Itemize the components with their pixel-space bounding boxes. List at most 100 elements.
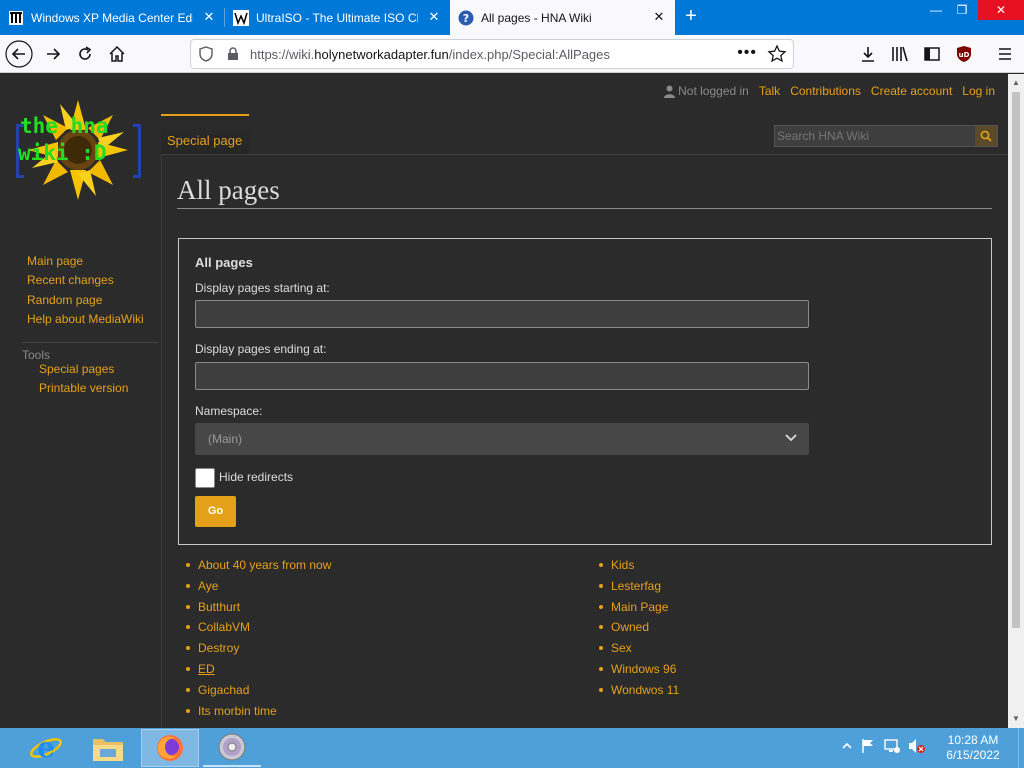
scroll-down-icon[interactable]: ▼ <box>1012 715 1020 723</box>
talk-link[interactable]: Talk <box>759 84 780 98</box>
tab-special-page[interactable]: Special page <box>161 114 249 154</box>
namespace-select[interactable]: (Main) <box>195 423 809 455</box>
ublock-extension-button[interactable]: uD <box>950 40 978 68</box>
list-item[interactable]: Windows 96 <box>591 662 679 683</box>
close-icon[interactable]: ✕ <box>201 9 217 25</box>
list-item[interactable]: Gigachad <box>178 683 331 704</box>
menu-button[interactable] <box>991 40 1019 68</box>
browser-toolbar: https://wiki.holynetworkadapter.fun/inde… <box>0 35 1024 73</box>
hide-redirects-checkbox[interactable] <box>195 468 215 488</box>
sidebar-item-special-pages[interactable]: Special pages <box>0 362 160 381</box>
window-close-button[interactable]: ✕ <box>978 0 1024 20</box>
allpages-form: All pages Display pages starting at: Dis… <box>178 238 992 545</box>
list-item[interactable]: Lesterfag <box>591 579 679 600</box>
vertical-scrollbar[interactable]: ▲ ▼ <box>1008 74 1024 728</box>
close-icon[interactable]: ✕ <box>426 9 442 25</box>
action-center-flag-icon[interactable] <box>860 738 876 754</box>
search-input[interactable] <box>775 126 975 146</box>
list-item[interactable]: Main Page <box>591 600 679 621</box>
scrollbar-thumb[interactable] <box>1012 92 1020 628</box>
file-explorer-icon <box>93 739 123 761</box>
tools-heading: Tools <box>22 341 158 362</box>
internet-explorer-icon: e <box>30 731 62 764</box>
go-button[interactable]: Go <box>195 496 236 527</box>
back-arrow-icon <box>5 40 33 68</box>
to-input[interactable] <box>195 362 809 390</box>
create-account-link[interactable]: Create account <box>871 84 952 98</box>
volume-muted-icon[interactable] <box>908 738 926 754</box>
list-item[interactable]: Sex <box>591 641 679 662</box>
tab-title: All pages - HNA Wiki <box>481 10 592 25</box>
restore-button[interactable]: ❐ <box>947 0 977 20</box>
page-viewport: the hna wiki :D Not logged in Talk Contr… <box>0 74 1008 728</box>
tray-expand-icon[interactable] <box>842 741 852 751</box>
taskbar-clock[interactable]: 10:28 AM 6/15/2022 <box>940 733 1006 763</box>
from-input[interactable] <box>195 300 809 328</box>
ultraiso-taskbar-button[interactable] <box>203 729 261 767</box>
home-button[interactable] <box>103 40 131 68</box>
scroll-up-icon[interactable]: ▲ <box>1012 79 1020 87</box>
list-item[interactable]: Kids <box>591 558 679 579</box>
hide-redirects-label[interactable]: Hide redirects <box>219 470 293 484</box>
ublock-shield-icon: uD <box>957 46 971 62</box>
lock-icon[interactable] <box>225 46 241 62</box>
sidebar-button[interactable] <box>918 40 946 68</box>
personal-tools: Not logged in Talk Contributions Create … <box>664 84 995 98</box>
list-item[interactable]: Butthurt <box>178 600 331 621</box>
forward-button[interactable] <box>39 40 67 68</box>
list-item[interactable]: Owned <box>591 620 679 641</box>
sidebar-item-recent-changes[interactable]: Recent changes <box>0 273 160 292</box>
svg-text:e: e <box>37 731 55 764</box>
file-explorer-button[interactable] <box>79 729 137 767</box>
url-text[interactable]: https://wiki.holynetworkadapter.fun/inde… <box>250 47 610 62</box>
not-logged-in: Not logged in <box>664 84 749 98</box>
page-actions-button[interactable]: ••• <box>737 44 757 62</box>
sidebar-item-main-page[interactable]: Main page <box>0 254 160 273</box>
network-icon[interactable] <box>884 738 900 754</box>
tab-windows-xp[interactable]: Windows XP Media Center Edition ✕ <box>0 0 225 35</box>
close-icon[interactable]: ✕ <box>651 9 667 25</box>
downloads-button[interactable] <box>854 40 882 68</box>
home-icon <box>109 45 125 62</box>
list-item[interactable]: About 40 years from now <box>178 558 331 579</box>
list-item[interactable]: ED <box>178 662 331 683</box>
list-item[interactable]: Its morbin time <box>178 704 331 725</box>
download-icon <box>862 47 874 62</box>
system-tray <box>842 738 926 754</box>
library-button[interactable] <box>886 40 914 68</box>
url-bar[interactable]: https://wiki.holynetworkadapter.fun/inde… <box>190 39 794 69</box>
firefox-taskbar-button[interactable] <box>141 729 199 767</box>
user-icon <box>664 85 676 98</box>
list-item[interactable]: Destroy <box>178 641 331 662</box>
main-content: All pages All pages Display pages starti… <box>161 154 1008 728</box>
sidebar-item-printable-version[interactable]: Printable version <box>0 381 160 400</box>
reload-button[interactable] <box>71 40 99 68</box>
list-item[interactable]: Aye <box>178 579 331 600</box>
to-label: Display pages ending at: <box>195 342 327 356</box>
show-desktop-button[interactable] <box>1018 728 1024 768</box>
back-button[interactable] <box>5 40 33 68</box>
wiki-w-icon <box>233 9 249 26</box>
contributions-link[interactable]: Contributions <box>790 84 861 98</box>
archive-icon <box>8 10 24 26</box>
namespace-label: Namespace: <box>195 404 263 418</box>
pages-list-column-1: About 40 years from now Aye Butthurt Col… <box>178 558 331 724</box>
logo-text: wiki :D <box>18 141 107 165</box>
clock-time: 10:28 AM <box>947 733 999 747</box>
wiki-logo[interactable]: the hna wiki :D <box>14 100 148 202</box>
login-link[interactable]: Log in <box>962 84 995 98</box>
bookmark-star-icon[interactable] <box>767 44 787 64</box>
logo-text: the hna <box>20 114 109 138</box>
sidebar-item-help[interactable]: Help about MediaWiki <box>0 312 160 331</box>
search-button[interactable] <box>975 126 997 146</box>
sidebar-item-random-page[interactable]: Random page <box>0 293 160 312</box>
form-legend: All pages <box>195 255 253 270</box>
list-item[interactable]: CollabVM <box>178 620 331 641</box>
internet-explorer-button[interactable]: e <box>17 729 75 767</box>
list-item[interactable]: Wondwos 11 <box>591 683 679 704</box>
tab-all-pages[interactable]: ? All pages - HNA Wiki ✕ <box>450 0 675 35</box>
windows-taskbar: e 10:28 AM 6/15/2022 <box>0 728 1024 768</box>
new-tab-button[interactable]: + <box>679 5 703 29</box>
tab-ultraiso[interactable]: UltraISO - The Ultimate ISO CD ✕ <box>225 0 450 35</box>
shield-icon[interactable] <box>198 46 214 62</box>
